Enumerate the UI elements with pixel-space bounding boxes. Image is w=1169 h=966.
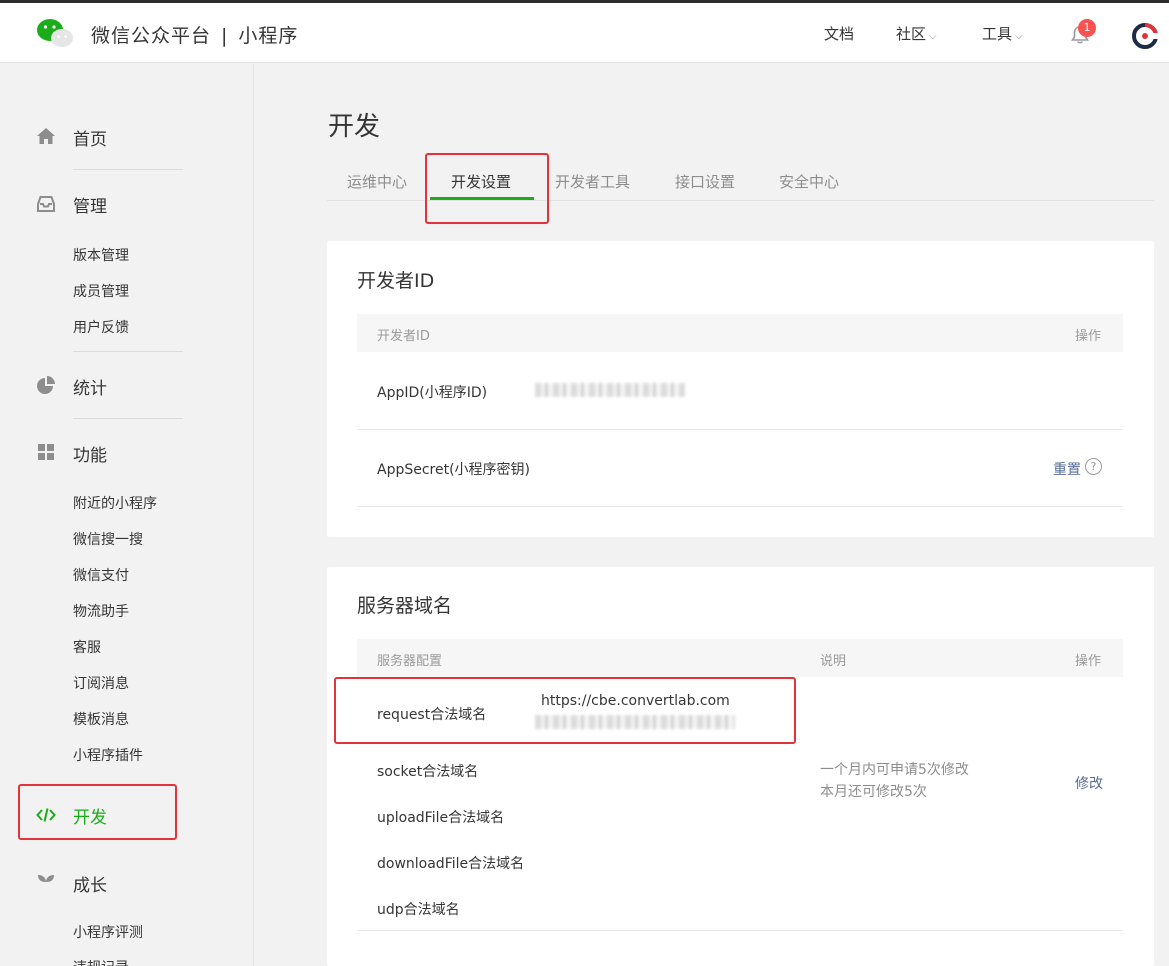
sidebar-item-template[interactable]: 模板消息 [73, 709, 129, 729]
row-divider [357, 930, 1123, 931]
nav-community[interactable]: 社区 ⌵ [896, 23, 937, 44]
sidebar-item-feedback[interactable]: 用户反馈 [73, 317, 129, 337]
request-domain-label: request合法域名 [377, 707, 487, 723]
nav-tools[interactable]: 工具 ⌵ [982, 23, 1023, 44]
tab-dev-settings[interactable]: 开发设置 [451, 171, 511, 192]
home-icon [37, 128, 55, 144]
udp-domain-label: udp合法域名 [377, 902, 460, 918]
sidebar: 首页 管理 版本管理 成员管理 用户反馈 统计 功能 附近的小程序 微信搜一搜 … [0, 64, 254, 966]
sidebar-item-nearby[interactable]: 附近的小程序 [73, 493, 157, 513]
sidebar-item-search[interactable]: 微信搜一搜 [73, 529, 143, 549]
appsecret-label: AppSecret(小程序密钥) [377, 462, 531, 478]
sprout-icon [38, 875, 54, 890]
brand-separator: | [221, 25, 229, 47]
note-line-1: 一个月内可申请5次修改 [820, 762, 969, 778]
code-icon [36, 808, 56, 822]
sidebar-divider [73, 418, 183, 419]
appid-value-redacted [535, 383, 685, 397]
nav-docs[interactable]: 文档 [824, 23, 854, 44]
wechat-logo-icon[interactable] [36, 17, 74, 49]
modify-limit-note: 一个月内可申请5次修改 本月还可修改5次 [820, 759, 969, 803]
server-domain-table-header: 服务器配置 说明 操作 [357, 639, 1123, 677]
download-domain-label: downloadFile合法域名 [377, 856, 525, 872]
sidebar-item-develop[interactable]: 开发 [73, 803, 107, 828]
avatar[interactable] [1130, 21, 1160, 51]
request-domain-value: https://cbe.convertlab.com [541, 693, 730, 709]
nav-community-label: 社区 [896, 25, 927, 43]
top-header: 微信公众平台 | 小程序 文档 社区 ⌵ 工具 ⌵ 1 [0, 3, 1169, 63]
tab-dev-tools[interactable]: 开发者工具 [555, 171, 630, 192]
sidebar-item-version[interactable]: 版本管理 [73, 245, 129, 265]
developer-id-title: 开发者ID [357, 270, 435, 292]
tab-bar: 运维中心 开发设置 开发者工具 接口设置 安全中心 [327, 160, 1154, 201]
request-domain-value-redacted [535, 715, 735, 729]
socket-domain-label: socket合法域名 [377, 764, 479, 780]
sidebar-divider [73, 169, 183, 170]
pie-chart-icon [37, 376, 55, 394]
nav-tools-label: 工具 [982, 25, 1013, 43]
sidebar-divider [73, 351, 183, 352]
notification-badge: 1 [1078, 19, 1096, 37]
developer-id-table-header: 开发者ID 操作 [357, 314, 1123, 352]
col-action: 操作 [1075, 654, 1102, 669]
sidebar-item-manage[interactable]: 管理 [73, 192, 107, 217]
server-domain-card: 服务器域名 服务器配置 说明 操作 request合法域名 https://cb… [327, 567, 1154, 966]
chevron-down-icon: ⌵ [929, 31, 937, 42]
modify-domain-link[interactable]: 修改 [1075, 773, 1103, 793]
col-action: 操作 [1075, 329, 1102, 344]
sidebar-item-logistics[interactable]: 物流助手 [73, 601, 129, 621]
row-divider [357, 429, 1123, 430]
reset-secret-link[interactable]: 重置 [1053, 459, 1081, 479]
sidebar-item-features[interactable]: 功能 [73, 441, 107, 466]
note-line-2: 本月还可修改5次 [820, 784, 927, 800]
col-server-config: 服务器配置 [377, 654, 443, 669]
col-developer-id: 开发者ID [377, 329, 430, 344]
sidebar-item-violations[interactable]: 违规记录 [73, 957, 129, 966]
server-domain-title: 服务器域名 [357, 595, 453, 617]
row-divider [357, 506, 1123, 507]
help-icon[interactable]: ? [1085, 458, 1102, 475]
tab-security-center[interactable]: 安全中心 [779, 171, 839, 192]
page-title: 开发 [328, 112, 381, 142]
tab-api-settings[interactable]: 接口设置 [675, 171, 735, 192]
brand-product: 小程序 [238, 25, 299, 47]
sidebar-item-subscribe[interactable]: 订阅消息 [73, 673, 129, 693]
upload-domain-label: uploadFile合法域名 [377, 810, 505, 826]
tab-ops-center[interactable]: 运维中心 [347, 171, 407, 192]
sidebar-item-service[interactable]: 客服 [73, 637, 101, 657]
developer-id-card: 开发者ID 开发者ID 操作 AppID(小程序ID) AppSecret(小程… [327, 241, 1154, 537]
active-tab-indicator [430, 197, 534, 200]
inbox-icon [37, 196, 55, 212]
sidebar-item-evaluation[interactable]: 小程序评测 [73, 922, 143, 942]
sidebar-item-plugins[interactable]: 小程序插件 [73, 745, 143, 765]
appid-label: AppID(小程序ID) [377, 385, 488, 401]
sidebar-item-stats[interactable]: 统计 [73, 374, 107, 399]
sidebar-item-pay[interactable]: 微信支付 [73, 565, 129, 585]
sidebar-item-growth[interactable]: 成长 [73, 871, 107, 896]
brand-name: 微信公众平台 [91, 25, 212, 47]
col-description: 说明 [820, 654, 847, 669]
brand-title[interactable]: 微信公众平台 | 小程序 [91, 21, 298, 48]
chevron-down-icon: ⌵ [1015, 31, 1023, 42]
sidebar-item-home[interactable]: 首页 [73, 125, 107, 150]
sidebar-item-members[interactable]: 成员管理 [73, 281, 129, 301]
grid-icon [38, 444, 54, 460]
